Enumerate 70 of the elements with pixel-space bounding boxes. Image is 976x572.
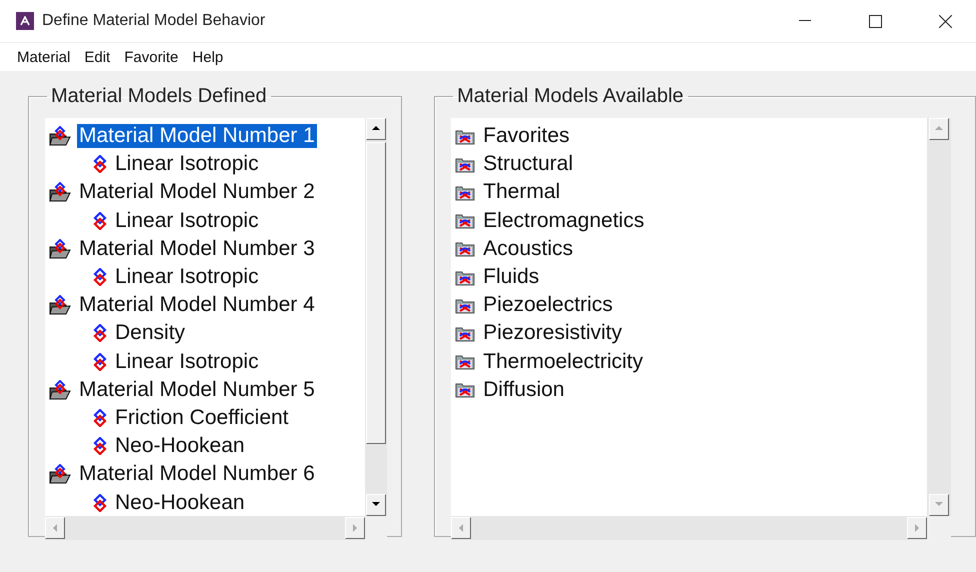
group-title: Material Models Available <box>456 85 685 108</box>
tree-item[interactable]: Material Model Number 4 <box>77 293 317 318</box>
open-folder-icon <box>49 464 71 484</box>
open-folder-icon <box>49 126 71 146</box>
tree-item[interactable]: Material Model Number 3 <box>77 236 317 261</box>
tree-item[interactable]: Thermal <box>481 180 562 204</box>
folder-icon <box>455 381 476 398</box>
tree-item[interactable]: Piezoresistivity <box>481 321 624 346</box>
triangle-icon <box>51 523 59 533</box>
tree-item[interactable]: Linear Isotropic <box>113 152 261 176</box>
folder-icon <box>455 240 476 258</box>
menu-item[interactable]: Edit <box>77 48 118 66</box>
triangle-icon <box>913 523 922 533</box>
folder-icon <box>455 128 476 145</box>
open-folder-icon <box>49 238 71 259</box>
menu-item[interactable]: Favorite <box>117 48 186 66</box>
tree-item[interactable]: Material Model Number 2 <box>77 180 317 204</box>
group-title: Material Models Defined <box>50 85 268 108</box>
minimize-icon <box>799 20 811 22</box>
scroll-left-button[interactable] <box>45 517 65 539</box>
folder-icon <box>455 324 476 342</box>
tree-item[interactable]: Fluids <box>481 265 542 290</box>
tree-item[interactable]: Acoustics <box>481 236 576 261</box>
tree-item[interactable]: Piezoelectrics <box>481 293 615 318</box>
diamond-icon <box>93 408 107 427</box>
menu-item[interactable]: Help <box>185 48 230 66</box>
tree-item[interactable]: Linear Isotropic <box>113 265 261 290</box>
tree-item[interactable]: Structural <box>481 152 576 176</box>
scroll-up-button[interactable] <box>366 118 386 140</box>
folder-icon <box>455 353 476 370</box>
diamond-icon <box>93 155 107 174</box>
tree-item[interactable]: Thermoelectricity <box>481 350 646 374</box>
close-icon <box>938 14 952 28</box>
diamond-icon <box>93 324 107 342</box>
tree-item[interactable]: Friction Coefficient <box>113 406 291 430</box>
tree-item[interactable]: Material Model Number 5 <box>77 378 317 402</box>
tree-item[interactable]: Material Model Number 6 <box>77 462 317 486</box>
window-title: Define Material Model Behavior <box>42 12 266 30</box>
menu-item[interactable]: Material <box>10 48 78 66</box>
scroll-right-button[interactable] <box>907 517 928 539</box>
open-folder-icon <box>49 380 71 400</box>
tree-item[interactable]: Linear Isotropic <box>113 350 261 374</box>
scroll-left-button[interactable] <box>451 517 472 539</box>
tree-item[interactable]: Favorites <box>481 124 572 148</box>
folder-icon <box>455 184 476 201</box>
folder-icon <box>455 296 476 314</box>
folder-icon <box>455 156 476 173</box>
open-folder-icon <box>49 182 71 202</box>
scroll-down-button[interactable] <box>366 494 386 516</box>
folder-icon <box>455 212 476 230</box>
diamond-icon <box>93 437 107 456</box>
tree-item[interactable]: Material Model Number 1 <box>77 124 317 148</box>
diamond-icon <box>93 352 107 371</box>
diamond-icon <box>93 268 107 286</box>
scroll-right-button[interactable] <box>345 517 366 539</box>
maximize-icon <box>868 14 882 28</box>
triangle-icon <box>351 523 360 533</box>
tree-item[interactable]: Neo-Hookean <box>113 490 247 515</box>
tree-item[interactable]: Linear Isotropic <box>113 208 261 233</box>
app-logo-icon <box>16 12 34 30</box>
tree-item[interactable]: Electromagnetics <box>481 208 646 233</box>
diamond-icon <box>93 494 107 512</box>
triangle-icon <box>457 523 466 533</box>
tree-item[interactable]: Density <box>113 321 188 346</box>
open-folder-icon <box>49 295 71 316</box>
tree-item[interactable]: Diffusion <box>481 378 566 402</box>
folder-icon <box>455 268 476 286</box>
tree-item[interactable]: Neo-Hookean <box>113 434 247 458</box>
scroll-thumb[interactable] <box>366 142 386 444</box>
diamond-icon <box>93 212 107 230</box>
